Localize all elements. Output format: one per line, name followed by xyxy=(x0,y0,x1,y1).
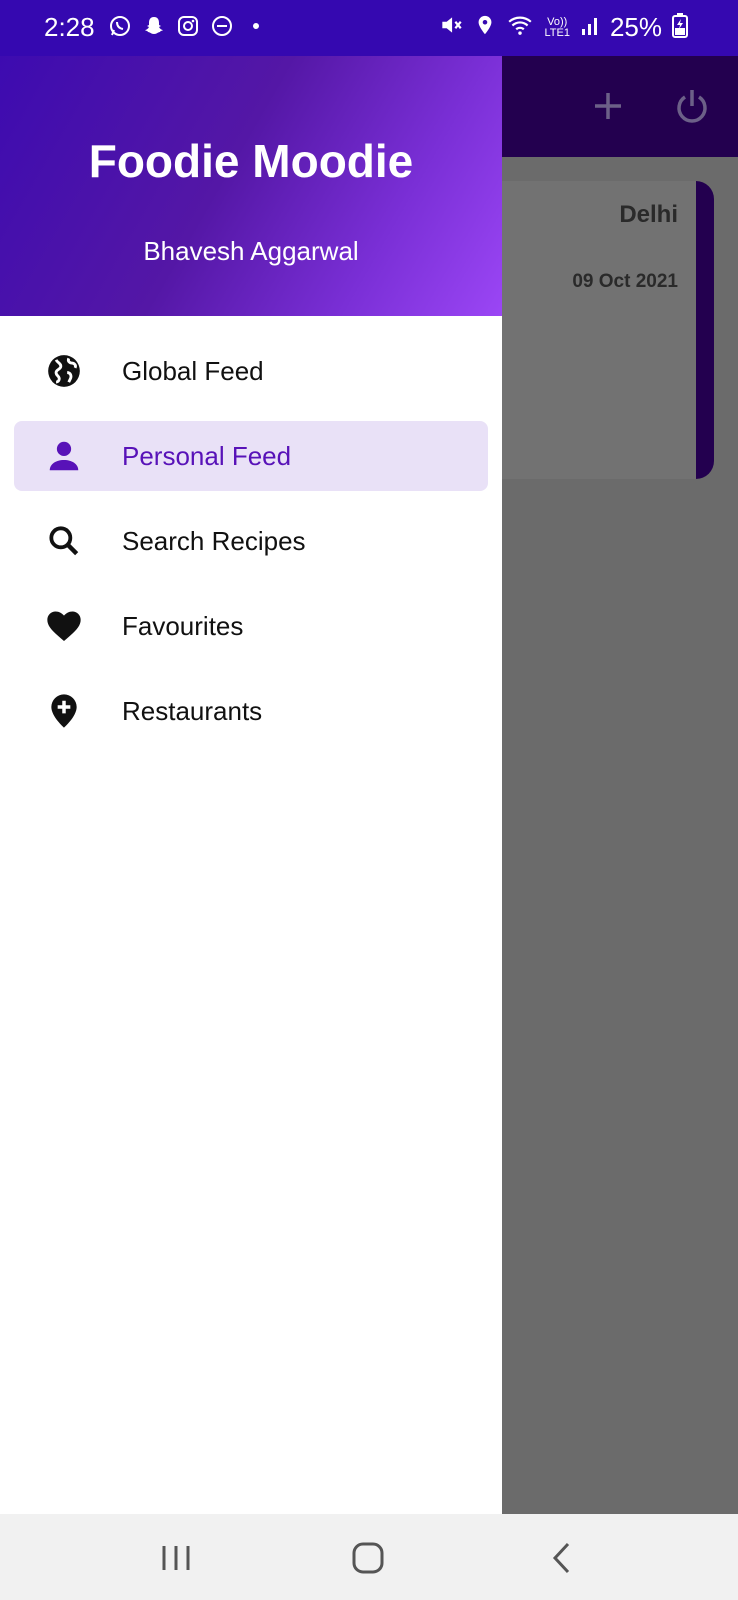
heart-icon xyxy=(42,604,86,648)
wifi-icon xyxy=(506,12,534,43)
signal-icon xyxy=(580,12,600,43)
home-icon[interactable] xyxy=(346,1536,390,1580)
menu-item-label: Search Recipes xyxy=(122,525,306,556)
status-bar: 2:28 Vo)) LTE1 25% xyxy=(0,0,738,56)
menu-item-restaurants[interactable]: Restaurants xyxy=(14,676,488,746)
card-date: 09 Oct 2021 xyxy=(572,271,678,292)
do-not-disturb-icon xyxy=(210,14,234,43)
menu-item-label: Restaurants xyxy=(122,695,263,726)
volte-indicator: Vo)) LTE1 xyxy=(544,15,570,39)
menu-item-label: Personal Feed xyxy=(122,440,292,471)
navigation-drawer: Foodie Moodie Bhavesh Aggarwal Global Fe… xyxy=(0,56,502,1514)
whatsapp-icon xyxy=(108,14,132,43)
drawer-user-name: Bhavesh Aggarwal xyxy=(143,236,359,266)
back-icon[interactable] xyxy=(540,1536,584,1580)
instagram-icon xyxy=(176,14,200,43)
person-icon xyxy=(42,434,86,478)
menu-item-personal-feed[interactable]: Personal Feed xyxy=(14,421,488,491)
system-nav-bar xyxy=(0,1514,738,1600)
globe-icon xyxy=(42,349,86,393)
card-accent-strip xyxy=(696,181,714,479)
menu-item-label: Favourites xyxy=(122,610,244,641)
battery-percent: 25% xyxy=(609,12,662,42)
snapchat-icon xyxy=(142,14,166,43)
dot-icon xyxy=(244,14,268,43)
menu-item-search-recipes[interactable]: Search Recipes xyxy=(14,506,488,576)
battery-icon xyxy=(672,12,688,43)
card-title: Delhi xyxy=(619,201,678,228)
mute-icon xyxy=(438,12,464,43)
status-time: 2:28 xyxy=(44,12,95,42)
power-icon[interactable] xyxy=(672,86,712,126)
menu-item-label: Global Feed xyxy=(122,355,264,386)
menu-item-global-feed[interactable]: Global Feed xyxy=(14,336,488,406)
add-icon[interactable] xyxy=(588,86,628,126)
menu-item-favourites[interactable]: Favourites xyxy=(14,591,488,661)
drawer-app-title: Foodie Moodie xyxy=(88,135,414,187)
drawer-header: Foodie Moodie Bhavesh Aggarwal xyxy=(0,56,502,316)
location-add-icon xyxy=(42,689,86,733)
recents-icon[interactable] xyxy=(154,1536,198,1580)
search-icon xyxy=(42,519,86,563)
location-icon xyxy=(474,12,496,43)
